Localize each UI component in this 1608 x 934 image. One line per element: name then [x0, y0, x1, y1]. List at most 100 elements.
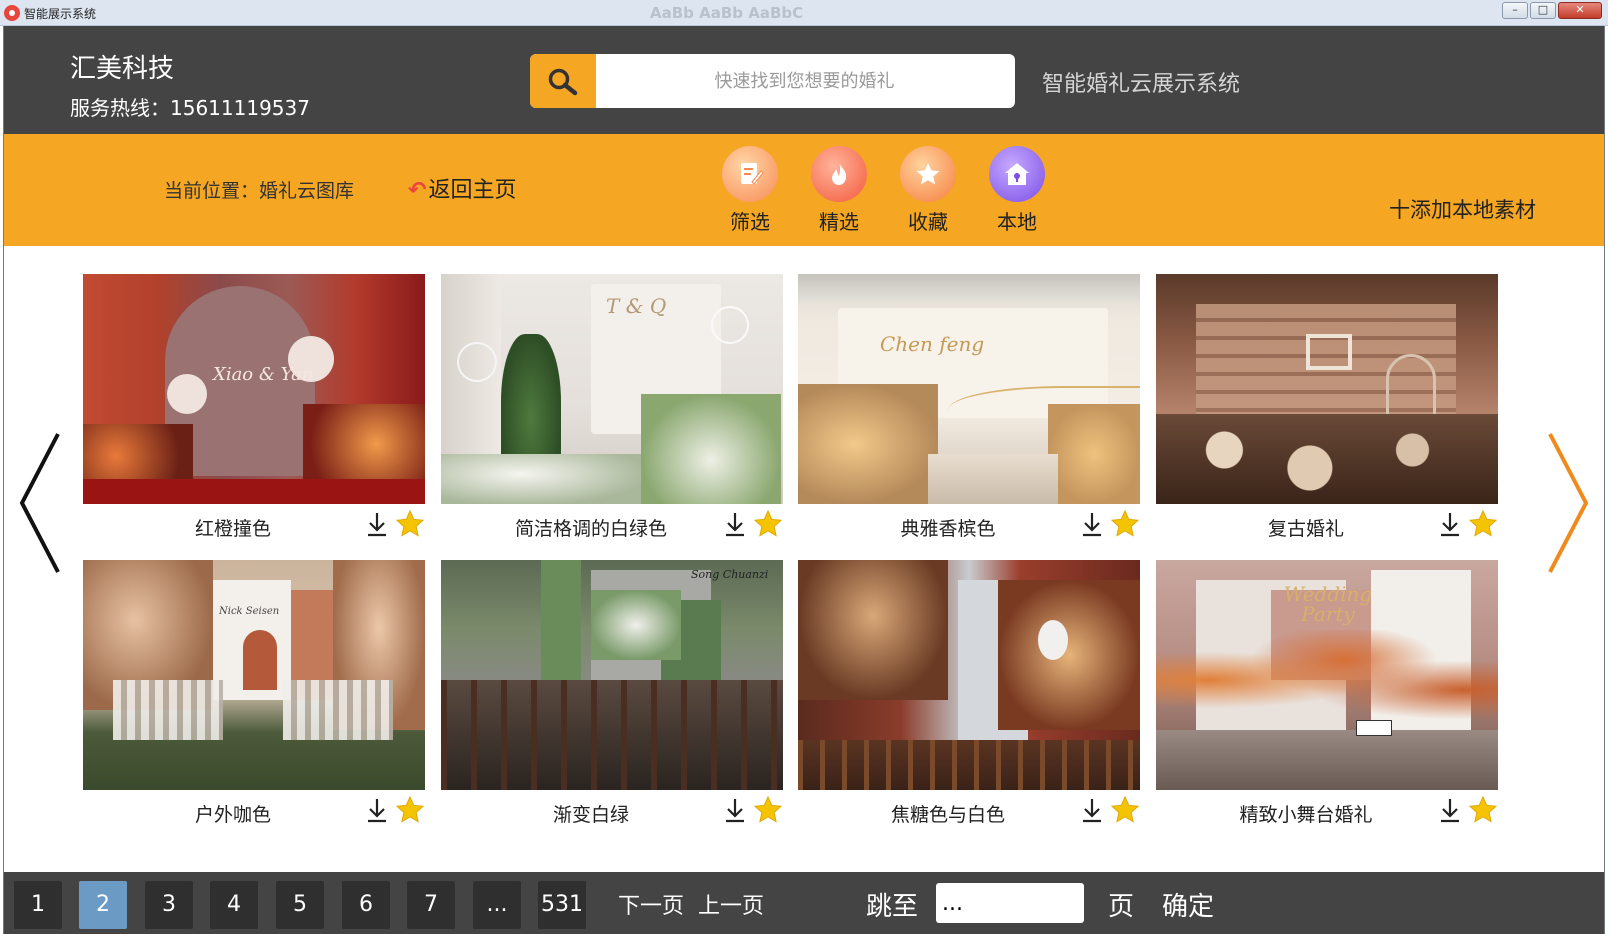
- card-caption: 精致小舞台婚礼: [1156, 790, 1498, 830]
- search-bar: [530, 54, 1015, 108]
- wedding-image[interactable]: Nick Seisen: [83, 560, 425, 790]
- star-icon: [900, 146, 956, 202]
- service-hotline: 服务热线：15611119537: [70, 96, 310, 120]
- favorite-star-icon[interactable]: [753, 795, 783, 825]
- jump-page-input[interactable]: [936, 883, 1084, 923]
- page-unit-label: 页: [1108, 892, 1135, 922]
- nav-filter-label: 筛选: [730, 210, 770, 234]
- page-button-6[interactable]: 6: [342, 881, 390, 929]
- gallery-card[interactable]: Song Chuanzi 渐变白绿: [441, 560, 783, 830]
- nav-featured-button[interactable]: 精选: [807, 146, 871, 235]
- wedding-image[interactable]: Wedding Party: [1156, 560, 1498, 790]
- download-icon[interactable]: [1080, 796, 1104, 824]
- download-icon[interactable]: [1438, 796, 1462, 824]
- page-ellipsis-button[interactable]: ...: [473, 881, 521, 929]
- card-title: 渐变白绿: [552, 804, 629, 826]
- window-titlebar: 智能展示系统 AaBb AaBb AaBbC – □ ✕: [0, 0, 1608, 26]
- system-name: 智能婚礼云展示系统: [1042, 72, 1241, 97]
- filter-icon: [722, 146, 778, 202]
- wedding-image[interactable]: Song Chuanzi: [441, 560, 783, 790]
- app-logo-icon: [4, 5, 20, 21]
- page-button-4[interactable]: 4: [210, 881, 258, 929]
- download-icon[interactable]: [365, 796, 389, 824]
- wedding-image[interactable]: [798, 560, 1140, 790]
- image-script-text: Xiao & Yan: [213, 364, 314, 385]
- image-script-text: Nick Seisen: [219, 606, 280, 617]
- nav-local-label: 本地: [997, 210, 1037, 234]
- nav-local-button[interactable]: 本地: [985, 146, 1049, 235]
- card-caption: 红橙撞色: [83, 504, 425, 544]
- page-button-1[interactable]: 1: [14, 881, 62, 929]
- header: 汇美科技 服务热线：15611119537 智能婚礼云展示系统: [4, 26, 1604, 134]
- gallery-card[interactable]: 焦糖色与白色: [798, 560, 1140, 830]
- card-caption: 复古婚礼: [1156, 504, 1498, 544]
- breadcrumb: 当前位置：婚礼云图库: [164, 180, 355, 202]
- next-page-link[interactable]: 下一页: [618, 888, 684, 920]
- card-title: 精致小舞台婚礼: [1239, 804, 1373, 826]
- page-button-2[interactable]: 2: [79, 881, 127, 929]
- pagination-bar: 1 2 3 4 5 6 7 ... 531 下一页 上一页 跳至 页 确定: [4, 872, 1604, 934]
- background-ghost-text: AaBb AaBb AaBbC: [650, 4, 804, 22]
- nav-favorites-button[interactable]: 收藏: [896, 146, 960, 235]
- return-arrow-icon: ↶: [408, 178, 427, 203]
- card-caption: 渐变白绿: [441, 790, 783, 830]
- download-icon[interactable]: [723, 796, 747, 824]
- gallery-card[interactable]: Xiao & Yan 红橙撞色: [83, 274, 425, 544]
- card-title: 红橙撞色: [194, 518, 271, 540]
- download-icon[interactable]: [1438, 510, 1462, 538]
- search-button[interactable]: [530, 54, 596, 108]
- favorite-star-icon[interactable]: [395, 509, 425, 539]
- nav-favorites-label: 收藏: [908, 210, 948, 234]
- wedding-image[interactable]: Xiao & Yan: [83, 274, 425, 504]
- card-caption: 户外咖色: [83, 790, 425, 830]
- page-button-5[interactable]: 5: [276, 881, 324, 929]
- card-title: 焦糖色与白色: [890, 804, 1005, 826]
- gallery-card[interactable]: Nick Seisen 户外咖色: [83, 560, 425, 830]
- page-button-7[interactable]: 7: [407, 881, 455, 929]
- back-home-button[interactable]: ↶返回主页: [408, 172, 516, 204]
- close-button[interactable]: ✕: [1558, 2, 1602, 19]
- gallery-card[interactable]: 复古婚礼: [1156, 274, 1498, 544]
- card-caption: 典雅香槟色: [798, 504, 1140, 544]
- image-script-text: Song Chuanzi: [691, 568, 769, 581]
- wedding-image[interactable]: [1156, 274, 1498, 504]
- image-script-text: Wedding Party: [1283, 582, 1373, 626]
- previous-page-link[interactable]: 上一页: [698, 888, 764, 920]
- download-icon[interactable]: [365, 510, 389, 538]
- gallery-card[interactable]: T & Q 简洁格调的白绿色: [441, 274, 783, 544]
- toolbar: 当前位置：婚礼云图库 ↶返回主页 筛选 精选 收藏 本地 十添加本地素材: [4, 134, 1604, 246]
- card-caption: 焦糖色与白色: [798, 790, 1140, 830]
- card-title: 简洁格调的白绿色: [514, 518, 667, 540]
- search-input[interactable]: [602, 54, 1007, 108]
- card-caption: 简洁格调的白绿色: [441, 504, 783, 544]
- previous-arrow-icon[interactable]: [14, 428, 66, 578]
- card-title: 户外咖色: [194, 804, 271, 826]
- nav-filter-button[interactable]: 筛选: [718, 146, 782, 235]
- company-name: 汇美科技: [70, 54, 175, 84]
- favorite-star-icon[interactable]: [395, 795, 425, 825]
- favorite-star-icon[interactable]: [753, 509, 783, 539]
- favorite-star-icon[interactable]: [1468, 795, 1498, 825]
- gallery-card[interactable]: Wedding Party 精致小舞台婚礼: [1156, 560, 1498, 830]
- wedding-image[interactable]: Chen feng: [798, 274, 1140, 504]
- page-button-last[interactable]: 531: [538, 881, 586, 929]
- favorite-star-icon[interactable]: [1468, 509, 1498, 539]
- favorite-star-icon[interactable]: [1110, 795, 1140, 825]
- gallery-card[interactable]: Chen feng 典雅香槟色: [798, 274, 1140, 544]
- confirm-jump-button[interactable]: 确定: [1162, 886, 1214, 923]
- download-icon[interactable]: [723, 510, 747, 538]
- app-frame: 汇美科技 服务热线：15611119537 智能婚礼云展示系统 当前位置：婚礼云…: [3, 26, 1605, 934]
- maximize-button[interactable]: □: [1530, 2, 1556, 19]
- page-button-3[interactable]: 3: [145, 881, 193, 929]
- wedding-image[interactable]: T & Q: [441, 274, 783, 504]
- minimize-button[interactable]: –: [1502, 2, 1528, 19]
- add-local-material-button[interactable]: 十添加本地素材: [1389, 194, 1536, 224]
- image-script-text: T & Q: [606, 294, 667, 318]
- favorite-star-icon[interactable]: [1110, 509, 1140, 539]
- nav-featured-label: 精选: [819, 210, 859, 234]
- download-icon[interactable]: [1080, 510, 1104, 538]
- card-title: 典雅香槟色: [900, 518, 996, 540]
- image-script-text: Chen feng: [880, 332, 985, 356]
- window-title: 智能展示系统: [24, 7, 97, 21]
- next-arrow-icon[interactable]: [1542, 428, 1594, 578]
